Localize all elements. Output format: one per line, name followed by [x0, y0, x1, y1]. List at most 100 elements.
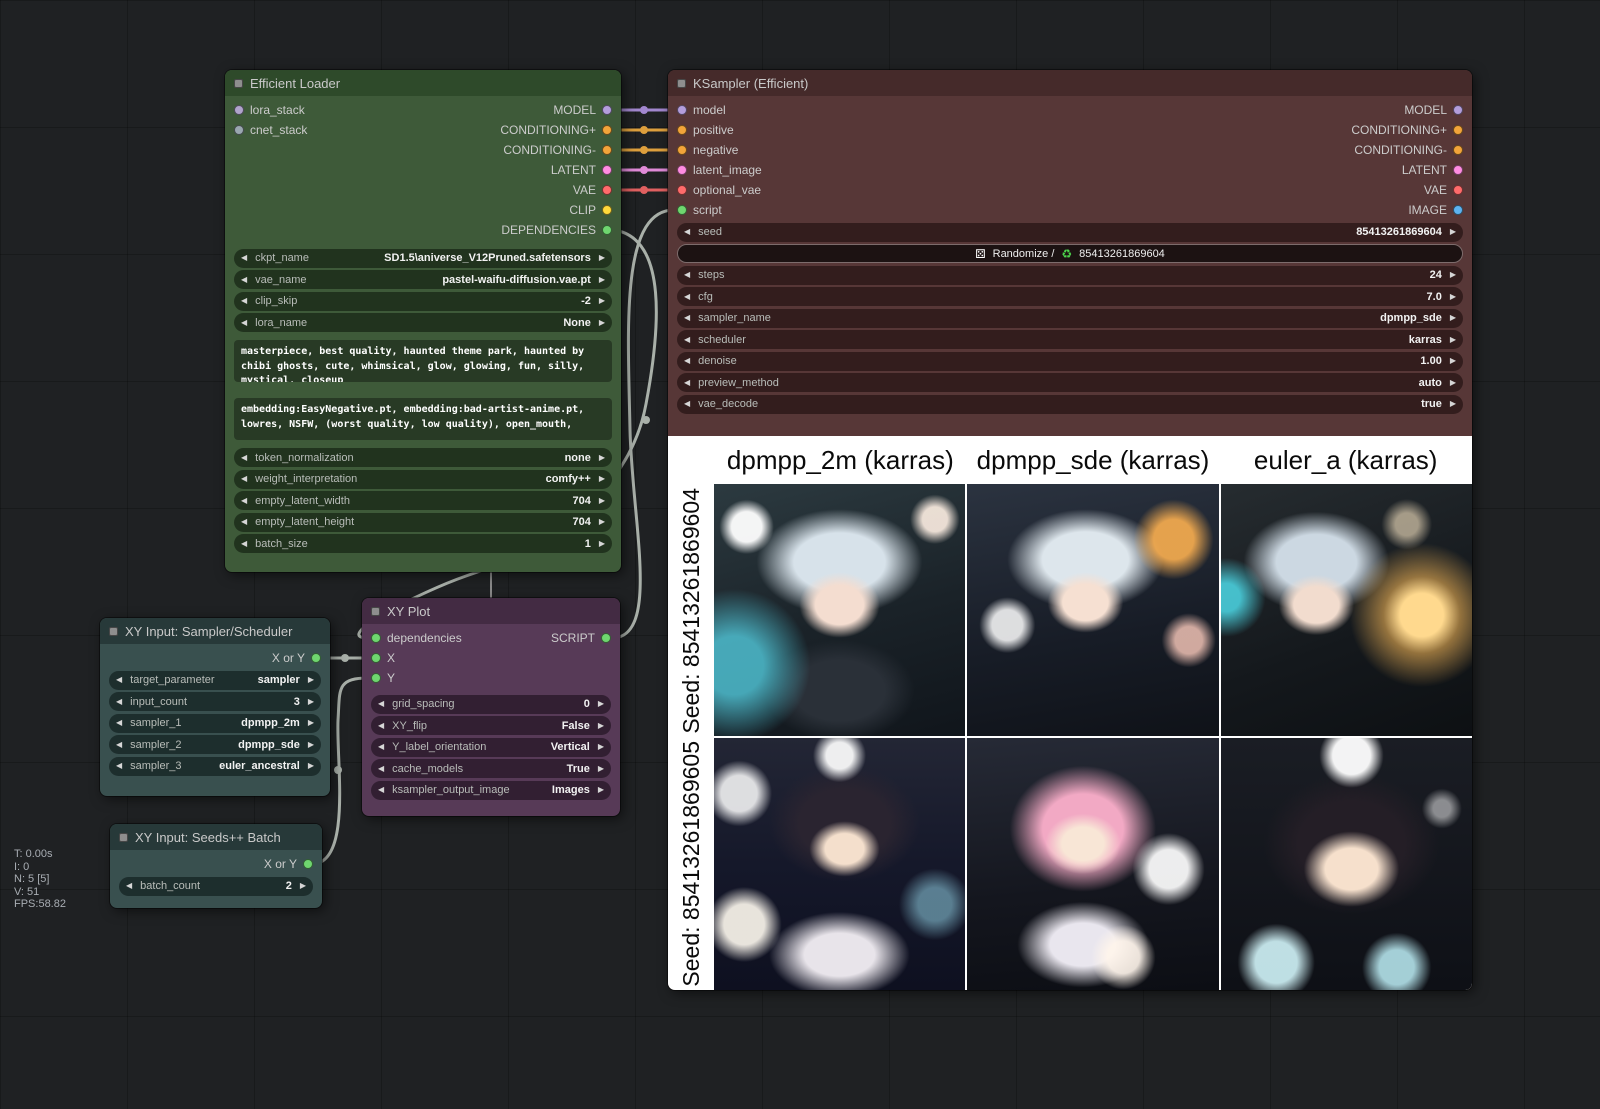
increment-arrow-icon[interactable] — [599, 297, 605, 305]
output-port-vae[interactable]: VAE — [573, 183, 612, 197]
latent-port-icon[interactable] — [677, 165, 687, 175]
widget-lora-name[interactable]: lora_name None — [234, 313, 612, 332]
decrement-arrow-icon[interactable] — [116, 762, 122, 770]
increment-arrow-icon[interactable] — [1450, 293, 1456, 301]
increment-arrow-icon[interactable] — [308, 762, 314, 770]
increment-arrow-icon[interactable] — [1450, 228, 1456, 236]
node-header[interactable]: XY Input: Seeds++ Batch — [110, 824, 322, 850]
decrement-arrow-icon[interactable] — [116, 676, 122, 684]
output-port-conditioning-plus[interactable]: CONDITIONING+ — [1351, 123, 1463, 137]
widget-token-normalization[interactable]: token_normalization none — [234, 448, 612, 467]
increment-arrow-icon[interactable] — [599, 254, 605, 262]
cnet-stack-port-icon[interactable] — [234, 125, 244, 135]
dependencies-port-icon[interactable] — [371, 633, 381, 643]
widget-ksampler-output-image[interactable]: ksampler_output_image Images — [371, 781, 611, 800]
node-header[interactable]: XY Plot — [362, 598, 620, 624]
node-efficient-loader[interactable]: Efficient Loader lora_stack MODEL cnet_s… — [225, 70, 621, 572]
increment-arrow-icon[interactable] — [599, 518, 605, 526]
decrement-arrow-icon[interactable] — [378, 743, 384, 751]
widget-empty-latent-height[interactable]: empty_latent_height 704 — [234, 513, 612, 532]
input-port-optional-vae[interactable]: optional_vae — [677, 183, 761, 197]
decrement-arrow-icon[interactable] — [241, 297, 247, 305]
input-port-lora-stack[interactable]: lora_stack — [234, 103, 305, 117]
increment-arrow-icon[interactable] — [1450, 336, 1456, 344]
decrement-arrow-icon[interactable] — [116, 719, 122, 727]
model-port-icon[interactable] — [602, 105, 612, 115]
decrement-arrow-icon[interactable] — [684, 314, 690, 322]
latent-port-icon[interactable] — [1453, 165, 1463, 175]
dependencies-port-icon[interactable] — [602, 225, 612, 235]
widget-cfg[interactable]: cfg 7.0 — [677, 287, 1463, 306]
widget-vae-name[interactable]: vae_name pastel-waifu-diffusion.vae.pt — [234, 270, 612, 289]
decrement-arrow-icon[interactable] — [241, 540, 247, 548]
collapse-icon[interactable] — [371, 607, 380, 616]
input-port-latent-image[interactable]: latent_image — [677, 163, 762, 177]
increment-arrow-icon[interactable] — [308, 676, 314, 684]
vae-port-icon[interactable] — [602, 185, 612, 195]
widget-input-count[interactable]: input_count 3 — [109, 692, 321, 711]
input-port-script[interactable]: script — [677, 203, 722, 217]
decrement-arrow-icon[interactable] — [684, 357, 690, 365]
widget-vae-decode[interactable]: vae_decode true — [677, 395, 1463, 414]
widget-steps[interactable]: steps 24 — [677, 266, 1463, 285]
model-port-icon[interactable] — [677, 105, 687, 115]
widget-empty-latent-width[interactable]: empty_latent_width 704 — [234, 491, 612, 510]
negative-prompt-textarea[interactable]: embedding:EasyNegative.pt, embedding:bad… — [234, 398, 612, 440]
decrement-arrow-icon[interactable] — [241, 497, 247, 505]
decrement-arrow-icon[interactable] — [241, 276, 247, 284]
widget-xy-flip[interactable]: XY_flip False — [371, 716, 611, 735]
output-port-x-or-y[interactable]: X or Y — [264, 857, 313, 871]
decrement-arrow-icon[interactable] — [241, 518, 247, 526]
collapse-icon[interactable] — [119, 833, 128, 842]
conditioning-port-icon[interactable] — [677, 125, 687, 135]
widget-target-parameter[interactable]: target_parameter sampler — [109, 671, 321, 690]
output-port-latent[interactable]: LATENT — [1402, 163, 1463, 177]
decrement-arrow-icon[interactable] — [126, 882, 132, 890]
widget-preview-method[interactable]: preview_method auto — [677, 373, 1463, 392]
widget-sampler-2[interactable]: sampler_2 dpmpp_sde — [109, 735, 321, 754]
output-port-conditioning-plus[interactable]: CONDITIONING+ — [500, 123, 612, 137]
input-port-dependencies[interactable]: dependencies — [371, 631, 462, 645]
increment-arrow-icon[interactable] — [308, 719, 314, 727]
widget-grid-spacing[interactable]: grid_spacing 0 — [371, 695, 611, 714]
widget-batch-size[interactable]: batch_size 1 — [234, 534, 612, 553]
lora-stack-port-icon[interactable] — [234, 105, 244, 115]
decrement-arrow-icon[interactable] — [378, 700, 384, 708]
input-port-y[interactable]: Y — [371, 671, 395, 685]
randomize-seed-button[interactable]: ⚄ Randomize / ♻ 85413261869604 — [677, 244, 1463, 263]
widget-cache-models[interactable]: cache_models True — [371, 759, 611, 778]
latent-port-icon[interactable] — [602, 165, 612, 175]
output-port-script[interactable]: SCRIPT — [551, 631, 611, 645]
conditioning-port-icon[interactable] — [677, 145, 687, 155]
increment-arrow-icon[interactable] — [1450, 379, 1456, 387]
output-port-dependencies[interactable]: DEPENDENCIES — [501, 223, 612, 237]
decrement-arrow-icon[interactable] — [378, 765, 384, 773]
image-port-icon[interactable] — [1453, 205, 1463, 215]
increment-arrow-icon[interactable] — [308, 698, 314, 706]
script-port-icon[interactable] — [601, 633, 611, 643]
node-xy-plot[interactable]: XY Plot dependencies SCRIPT X Y grid_spa… — [362, 598, 620, 816]
increment-arrow-icon[interactable] — [598, 700, 604, 708]
input-port-x[interactable]: X — [371, 651, 395, 665]
widget-sampler-3[interactable]: sampler_3 euler_ancestral — [109, 757, 321, 776]
widget-ckpt-name[interactable]: ckpt_name SD1.5\aniverse_V12Pruned.safet… — [234, 249, 612, 268]
widget-weight-interpretation[interactable]: weight_interpretation comfy++ — [234, 470, 612, 489]
decrement-arrow-icon[interactable] — [684, 228, 690, 236]
decrement-arrow-icon[interactable] — [116, 741, 122, 749]
decrement-arrow-icon[interactable] — [116, 698, 122, 706]
conditioning-port-icon[interactable] — [1453, 125, 1463, 135]
increment-arrow-icon[interactable] — [598, 765, 604, 773]
increment-arrow-icon[interactable] — [1450, 357, 1456, 365]
input-port-cnet-stack[interactable]: cnet_stack — [234, 123, 307, 137]
decrement-arrow-icon[interactable] — [241, 254, 247, 262]
output-port-vae[interactable]: VAE — [1424, 183, 1463, 197]
node-xy-input-seeds-batch[interactable]: XY Input: Seeds++ Batch X or Y batch_cou… — [110, 824, 322, 908]
collapse-icon[interactable] — [234, 79, 243, 88]
increment-arrow-icon[interactable] — [599, 540, 605, 548]
model-port-icon[interactable] — [1453, 105, 1463, 115]
decrement-arrow-icon[interactable] — [684, 271, 690, 279]
widget-batch-count[interactable]: batch_count 2 — [119, 877, 313, 896]
decrement-arrow-icon[interactable] — [684, 379, 690, 387]
increment-arrow-icon[interactable] — [599, 454, 605, 462]
positive-prompt-textarea[interactable]: masterpiece, best quality, haunted theme… — [234, 340, 612, 382]
